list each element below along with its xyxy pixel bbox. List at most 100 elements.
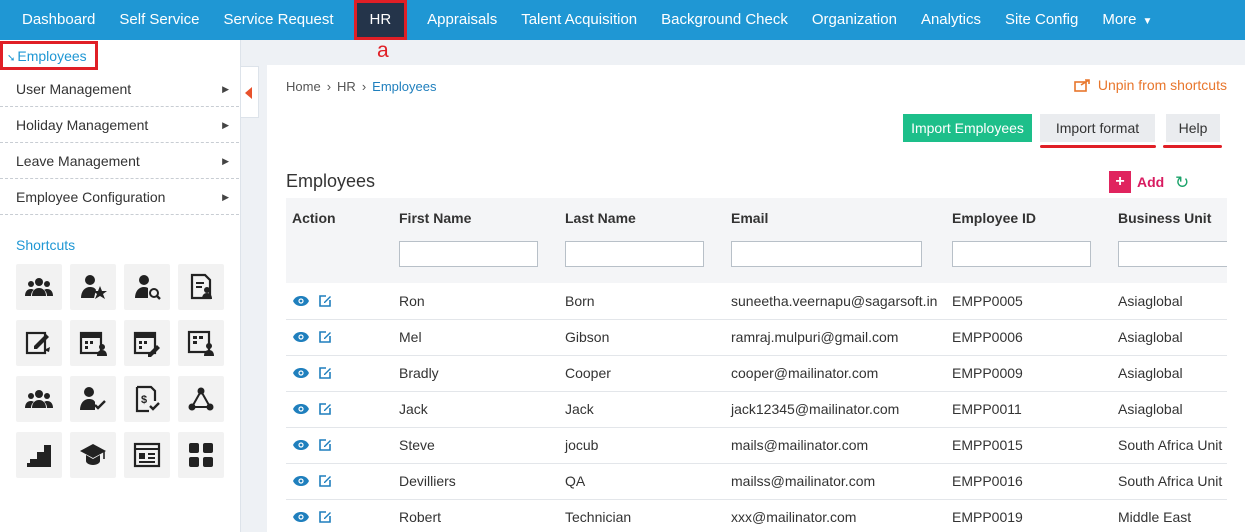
edit-icon[interactable]: [318, 474, 332, 488]
breadcrumb-home[interactable]: Home: [286, 79, 321, 94]
user-search-icon: [135, 275, 161, 300]
nav-service-request[interactable]: Service Request: [211, 0, 345, 40]
shortcut-education[interactable]: [70, 432, 116, 478]
help-button[interactable]: Help: [1166, 114, 1220, 142]
filter-email-input[interactable]: [731, 241, 922, 267]
import-format-button[interactable]: Import format: [1040, 114, 1155, 142]
sidebar-item-leave-management[interactable]: Leave Management ▶: [0, 143, 239, 179]
user-check-icon: [80, 387, 106, 410]
column-header-business-unit[interactable]: Business Unit: [1112, 198, 1227, 237]
row-actions: [292, 510, 393, 524]
filter-last-name-input[interactable]: [565, 241, 704, 267]
action-cell: [286, 463, 393, 499]
column-header-first-name[interactable]: First Name: [393, 198, 559, 237]
breadcrumb: Home › HR › Employees: [286, 79, 436, 94]
nav-analytics[interactable]: Analytics: [909, 0, 993, 40]
view-eye-icon[interactable]: [292, 475, 310, 487]
nav-talent-acquisition[interactable]: Talent Acquisition: [509, 0, 649, 40]
cell-business-unit: Middle East: [1118, 509, 1192, 525]
grid-apps-icon: [189, 443, 213, 467]
users-group-icon: [25, 390, 53, 408]
row-actions: [292, 438, 393, 452]
column-header-action: Action: [292, 209, 336, 226]
sidebar-item-user-management[interactable]: User Management ▶: [0, 71, 239, 107]
action-cell: [286, 427, 393, 463]
nav-site-config[interactable]: Site Config: [993, 0, 1090, 40]
sidebar-item-label: Leave Management: [16, 153, 140, 169]
cell-first-name: Steve: [399, 437, 435, 453]
nav-more[interactable]: More ▼: [1090, 0, 1164, 40]
edit-icon[interactable]: [318, 294, 332, 308]
view-eye-icon[interactable]: [292, 511, 310, 523]
nav-self-service[interactable]: Self Service: [107, 0, 211, 40]
shortcut-leave-calendar[interactable]: [124, 320, 170, 366]
shortcut-approve-employee[interactable]: [70, 376, 116, 422]
shortcut-team[interactable]: [16, 376, 62, 422]
nav-dashboard[interactable]: Dashboard: [0, 0, 107, 40]
shortcut-employees[interactable]: [16, 264, 62, 310]
shortcut-employee-list[interactable]: [178, 320, 224, 366]
add-employee-button[interactable]: + Add: [1109, 171, 1164, 193]
shortcut-employee-document[interactable]: [178, 264, 224, 310]
sidebar-item-label: Holiday Management: [16, 117, 149, 133]
shortcut-search-employee[interactable]: [124, 264, 170, 310]
column-header-email[interactable]: Email: [725, 198, 946, 237]
filter-employee-id-input[interactable]: [952, 241, 1091, 267]
table-row: Robert Technician xxx@mailinator.com EMPP00…: [286, 499, 1227, 532]
shortcut-career-levels[interactable]: [16, 432, 62, 478]
action-cell: [286, 355, 393, 391]
shortcut-modules[interactable]: [178, 432, 224, 478]
row-actions: [292, 366, 393, 380]
filter-first-name-input[interactable]: [399, 241, 538, 267]
sidebar-header-employees[interactable]: ➘ Employees: [0, 41, 98, 70]
shortcut-travel-request[interactable]: [16, 320, 62, 366]
row-actions: [292, 474, 393, 488]
cell-last-name: Gibson: [565, 329, 610, 345]
filter-business-unit-input[interactable]: [1118, 241, 1227, 267]
unpin-icon: [1074, 79, 1090, 92]
shortcut-id-card[interactable]: [124, 432, 170, 478]
cell-email: ramraj.mulpuri@gmail.com: [731, 329, 899, 345]
view-eye-icon[interactable]: [292, 403, 310, 415]
view-eye-icon[interactable]: [292, 367, 310, 379]
shortcut-org-structure[interactable]: [178, 376, 224, 422]
nav-hr[interactable]: HR: [353, 0, 408, 40]
cell-email: xxx@mailinator.com: [731, 509, 857, 525]
cell-business-unit: South Africa Unit: [1118, 473, 1223, 489]
unpin-shortcut-link[interactable]: Unpin from shortcuts: [1074, 77, 1227, 93]
column-header-employee-id[interactable]: Employee ID: [946, 198, 1112, 237]
nav-appraisals[interactable]: Appraisals: [415, 0, 509, 40]
edit-plane-icon: [25, 331, 50, 355]
view-eye-icon[interactable]: [292, 439, 310, 451]
cell-email: mailss@mailinator.com: [731, 473, 876, 489]
import-employees-button[interactable]: Import Employees: [903, 114, 1032, 142]
sidebar-collapse-toggle[interactable]: [241, 66, 259, 118]
breadcrumb-hr[interactable]: HR: [337, 79, 356, 94]
sidebar-item-holiday-management[interactable]: Holiday Management ▶: [0, 107, 239, 143]
filter-cell: [1112, 237, 1227, 283]
shortcut-star-employee[interactable]: [70, 264, 116, 310]
edit-icon[interactable]: [318, 510, 332, 524]
nav-organization[interactable]: Organization: [800, 0, 909, 40]
shortcut-holiday-calendar[interactable]: [70, 320, 116, 366]
table-row: Mel Gibson ramraj.mulpuri@gmail.com EMPP000…: [286, 319, 1227, 355]
cell-last-name: Jack: [565, 401, 594, 417]
edit-icon[interactable]: [318, 438, 332, 452]
refresh-icon[interactable]: ↻: [1175, 173, 1189, 193]
view-eye-icon[interactable]: [292, 331, 310, 343]
edit-icon[interactable]: [318, 402, 332, 416]
sidebar: ➘ Employees User Management ▶ Holiday Mana…: [0, 40, 241, 532]
shortcut-expense-claim[interactable]: $: [124, 376, 170, 422]
nav-background-check[interactable]: Background Check: [649, 0, 800, 40]
sidebar-item-employee-configuration[interactable]: Employee Configuration ▶: [0, 179, 239, 215]
cell-employee-id: EMPP0011: [952, 401, 1022, 417]
view-eye-icon[interactable]: [292, 295, 310, 307]
breadcrumb-separator: ›: [361, 79, 367, 94]
chevron-right-icon: ▶: [222, 192, 229, 202]
edit-icon[interactable]: [318, 330, 332, 344]
cell-email: cooper@mailinator.com: [731, 365, 879, 381]
cell-business-unit: Asiaglobal: [1118, 365, 1183, 381]
employees-table: Action First Name Last Name Email Employ…: [286, 198, 1227, 532]
edit-icon[interactable]: [318, 366, 332, 380]
column-header-last-name[interactable]: Last Name: [559, 198, 725, 237]
